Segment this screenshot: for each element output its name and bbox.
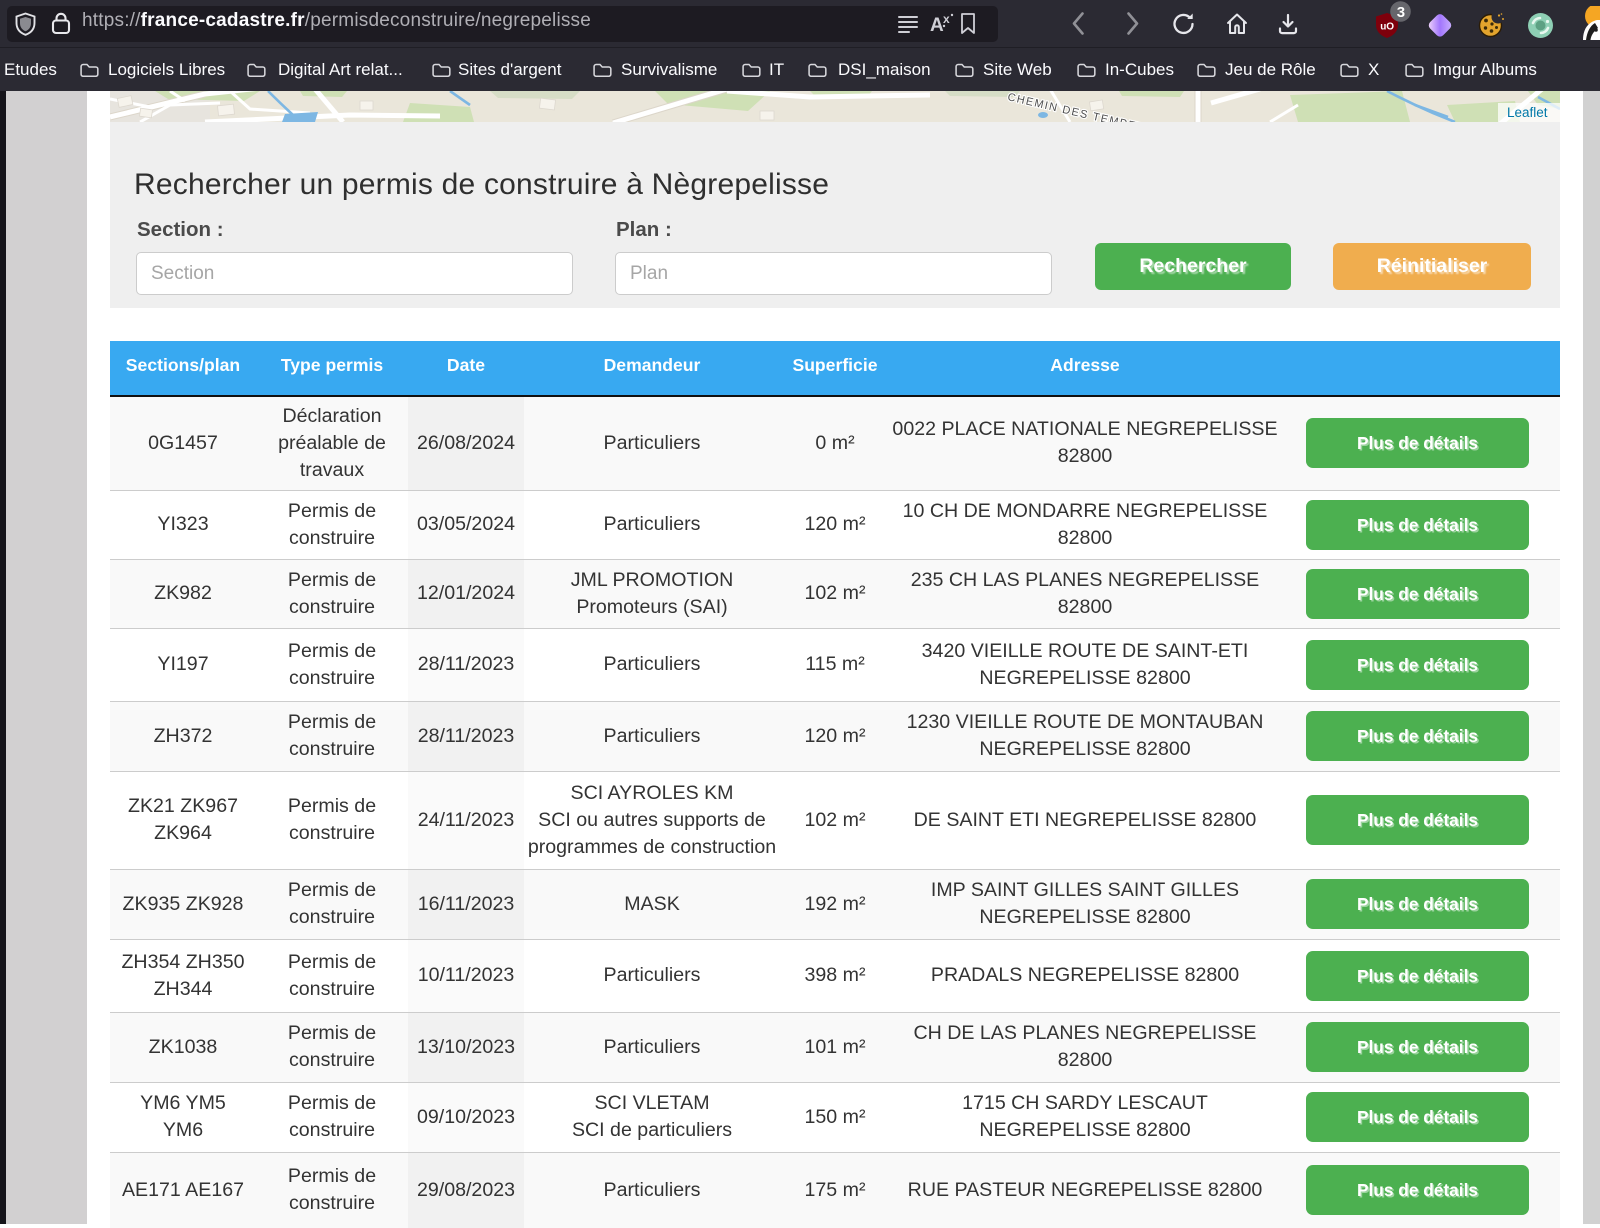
svg-text:uO: uO bbox=[1380, 22, 1394, 33]
svg-text:x: x bbox=[943, 12, 950, 26]
svg-text:Leaflet: Leaflet bbox=[1507, 105, 1548, 120]
svg-text:3: 3 bbox=[1397, 4, 1405, 21]
svg-text:A: A bbox=[930, 15, 944, 36]
